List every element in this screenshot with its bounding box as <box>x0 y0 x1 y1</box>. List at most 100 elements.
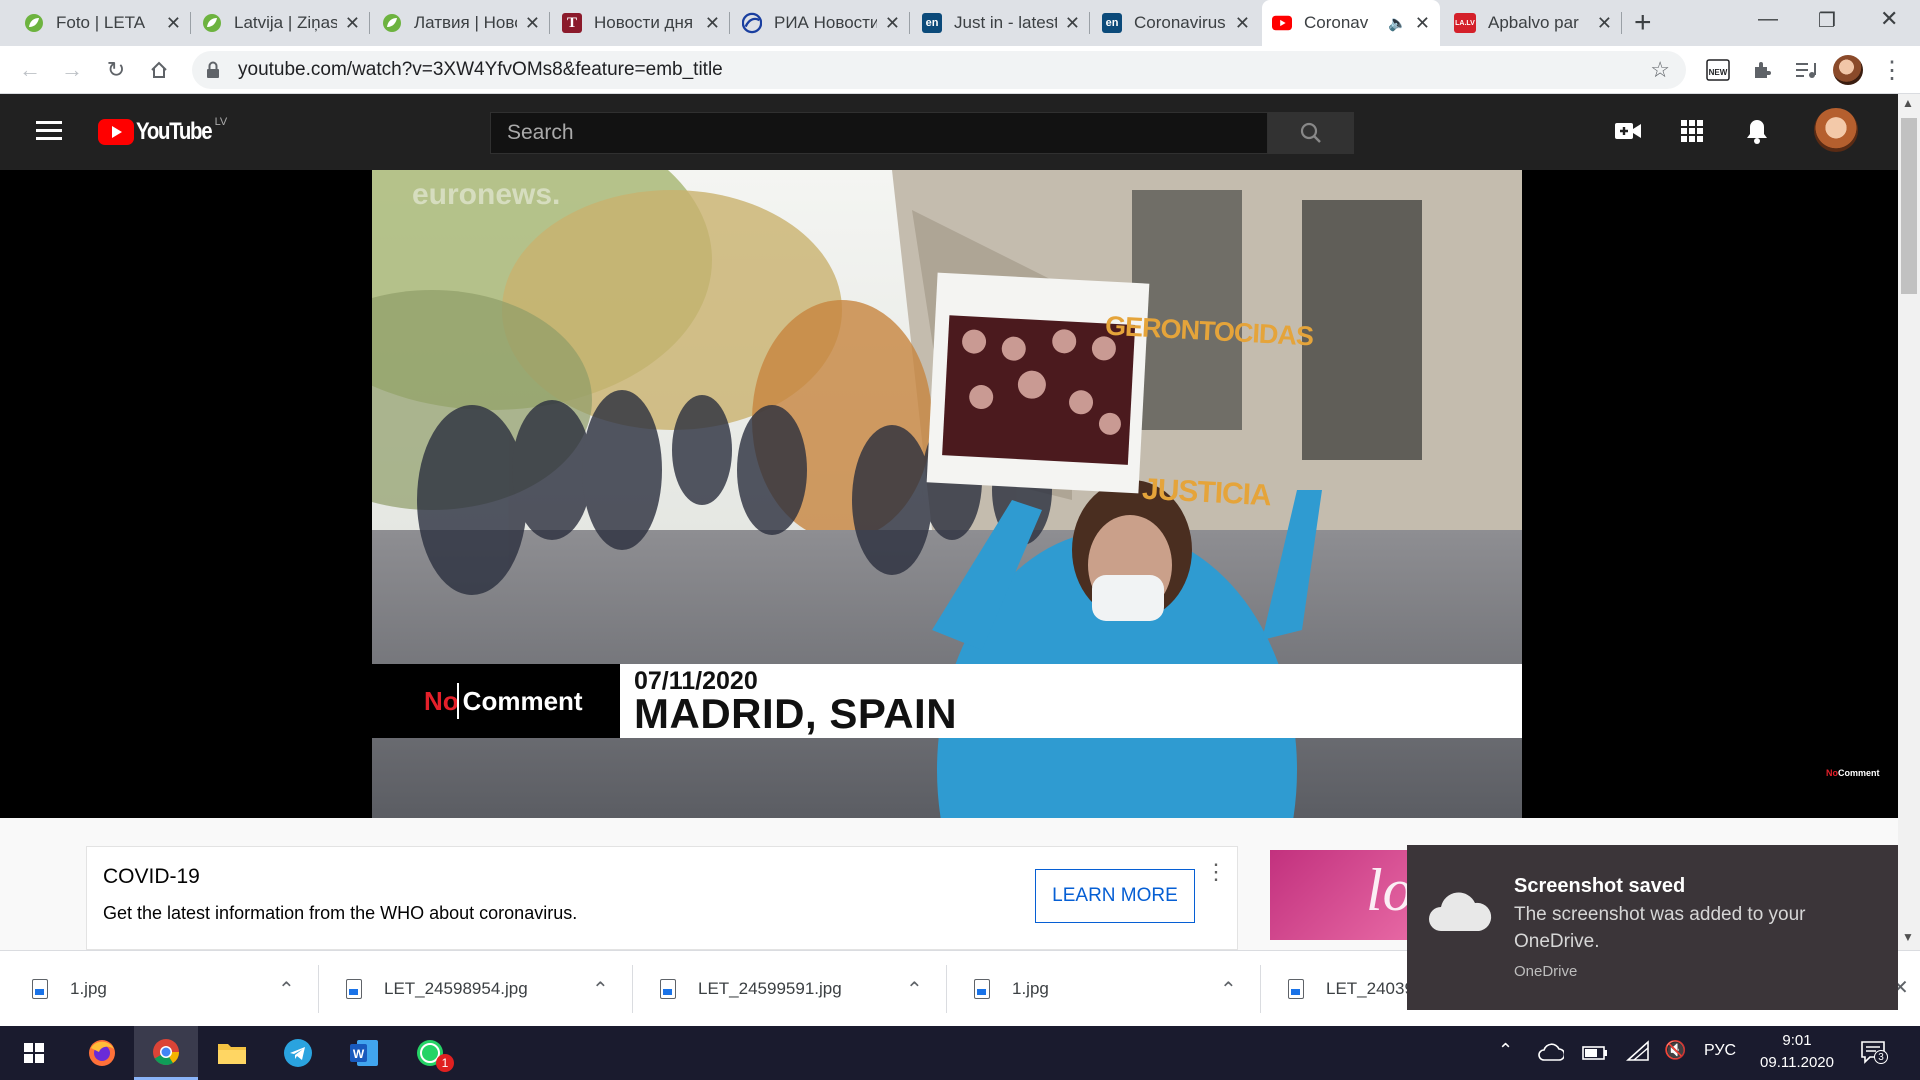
reload-button[interactable]: ↻ <box>96 46 136 94</box>
forward-button[interactable]: → <box>52 46 92 94</box>
youtube-icon <box>1272 13 1292 33</box>
video-frame[interactable]: euronews. GERONTOCIDAS JUSTICIA No Comme… <box>372 170 1522 818</box>
scrollbar-thumb[interactable] <box>1901 118 1917 294</box>
close-icon[interactable]: ✕ <box>166 13 181 34</box>
onedrive-tray-icon[interactable] <box>1538 1042 1566 1067</box>
download-item[interactable]: LET_24599591.jpg <box>660 951 842 1027</box>
tab-title: Just in - latest <box>954 13 1057 32</box>
image-file-icon <box>660 979 676 999</box>
volume-muted-icon[interactable]: 🔇 <box>1664 1040 1686 1061</box>
file-explorer-app[interactable] <box>200 1026 264 1080</box>
tray-chevron-up-icon[interactable]: ⌃ <box>1498 1040 1513 1061</box>
search-button[interactable] <box>1268 112 1354 154</box>
video-player[interactable]: euronews. GERONTOCIDAS JUSTICIA No Comme… <box>0 170 1898 818</box>
tab-coronavirus[interactable]: en Coronavirus: ✕ <box>1092 0 1260 46</box>
create-video-icon[interactable] <box>1614 120 1642 147</box>
tab-title: Новости дня <box>594 13 694 32</box>
new-extension-icon[interactable]: NEW <box>1698 46 1738 94</box>
en-logo-icon: en <box>1102 13 1122 33</box>
clock[interactable]: 9:01 09.11.2020 <box>1752 1030 1842 1074</box>
chevron-up-icon[interactable]: ⌃ <box>592 977 609 1002</box>
youtube-wordmark: YouTube <box>136 118 213 145</box>
sign-text-bottom: JUSTICIA <box>1141 472 1272 513</box>
download-item[interactable]: 1.jpg <box>974 951 1049 1027</box>
tab-apbalvo[interactable]: LA.LV Apbalvo par ✕ <box>1444 0 1622 46</box>
chevron-up-icon[interactable]: ⌃ <box>1220 977 1237 1002</box>
notification-count: 3 <box>1874 1050 1888 1064</box>
profile-avatar[interactable] <box>1828 46 1868 94</box>
tab-just-in[interactable]: en Just in - latest ✕ <box>912 0 1090 46</box>
tab-title: Латвия | Новости <box>414 13 517 32</box>
new-tab-button[interactable]: + <box>1634 6 1652 40</box>
word-app[interactable]: W <box>332 1026 396 1080</box>
windows-icon <box>24 1043 44 1063</box>
download-item[interactable]: 1.jpg <box>32 951 107 1027</box>
chrome-app[interactable] <box>134 1026 198 1080</box>
star-icon[interactable]: ☆ <box>1650 57 1670 83</box>
close-icon[interactable]: ✕ <box>1065 13 1080 34</box>
whatsapp-app[interactable]: 1 <box>398 1026 462 1080</box>
account-avatar[interactable] <box>1814 108 1858 152</box>
svg-text:W: W <box>353 1047 365 1061</box>
tab-title: Coronav <box>1304 13 1369 32</box>
back-button[interactable]: ← <box>10 46 50 94</box>
tab-ria-novosti[interactable]: РИА Новости ✕ <box>732 0 910 46</box>
firefox-app[interactable] <box>70 1026 134 1080</box>
corner-nocomment-logo: NoComment <box>1826 768 1880 778</box>
download-filename: 1.jpg <box>1012 979 1049 998</box>
close-icon[interactable]: ✕ <box>1415 13 1430 34</box>
chevron-up-icon[interactable]: ⌃ <box>278 977 295 1002</box>
telegram-app[interactable] <box>266 1026 330 1080</box>
close-icon[interactable]: ✕ <box>1235 13 1250 34</box>
tab-foto-leta[interactable]: Foto | LETA ✕ <box>14 0 191 46</box>
start-button[interactable] <box>2 1026 66 1080</box>
close-icon[interactable]: ✕ <box>1597 13 1612 34</box>
minimize-button[interactable]: — <box>1758 8 1778 31</box>
close-icon[interactable]: ✕ <box>885 13 900 34</box>
more-options-icon[interactable]: ⋮ <box>1205 859 1227 885</box>
scroll-up-icon[interactable]: ▲ <box>1902 96 1914 110</box>
euronews-watermark: euronews. <box>412 178 561 211</box>
download-item[interactable]: LET_24598954.jpg <box>346 951 528 1027</box>
action-center-icon[interactable]: 3 <box>1860 1040 1888 1069</box>
apps-grid-icon[interactable] <box>1681 120 1703 147</box>
video-location: MADRID, SPAIN <box>634 690 958 737</box>
clock-time: 9:01 <box>1782 1032 1812 1049</box>
close-icon[interactable]: ✕ <box>525 13 540 34</box>
tab-latviya-news[interactable]: Латвия | Новости ✕ <box>372 0 550 46</box>
learn-more-button[interactable]: LEARN MORE <box>1035 869 1195 923</box>
chevron-up-icon[interactable]: ⌃ <box>906 977 923 1002</box>
media-control-icon[interactable] <box>1786 46 1826 94</box>
battery-icon[interactable] <box>1582 1042 1608 1067</box>
ad-banner[interactable]: lo <box>1270 850 1420 940</box>
tab-latvija[interactable]: Latvija | Ziņas ✕ <box>192 0 370 46</box>
youtube-logo[interactable]: YouTube LV <box>98 116 227 146</box>
tab-youtube-active[interactable]: Coronav 🔈 ✕ <box>1262 0 1440 46</box>
image-file-icon <box>32 979 48 999</box>
folder-icon <box>218 1044 246 1064</box>
language-indicator[interactable]: РУС <box>1704 1042 1736 1060</box>
hamburger-icon[interactable] <box>36 120 62 145</box>
onedrive-notification[interactable]: Screenshot saved The screenshot was adde… <box>1407 845 1898 1010</box>
chrome-icon <box>153 1038 180 1065</box>
page-scrollbar[interactable]: ▲ ▼ <box>1898 94 1920 950</box>
la-lv-icon: LA.LV <box>1454 13 1476 33</box>
home-button[interactable] <box>139 46 179 94</box>
close-icon[interactable]: ✕ <box>705 13 720 34</box>
tab-novosti-dnya[interactable]: T Новости дня ✕ <box>552 0 730 46</box>
speaker-icon[interactable]: 🔈 <box>1388 14 1407 32</box>
bell-icon[interactable] <box>1746 118 1768 149</box>
close-icon[interactable]: ✕ <box>345 13 360 34</box>
tab-title: Foto | LETA <box>56 13 146 32</box>
address-bar[interactable]: youtube.com/watch?v=3XW4YfvOMs8&feature=… <box>192 51 1686 89</box>
menu-dots-icon[interactable]: ⋮ <box>1872 46 1912 94</box>
extensions-icon[interactable] <box>1742 46 1782 94</box>
download-item[interactable]: LET_24039 <box>1288 951 1414 1027</box>
search-input[interactable]: Search <box>490 112 1268 154</box>
scroll-down-icon[interactable]: ▼ <box>1902 930 1914 944</box>
lock-icon <box>206 61 220 85</box>
wifi-icon[interactable] <box>1625 1040 1650 1067</box>
restore-button[interactable]: ❐ <box>1818 8 1836 33</box>
close-window-button[interactable]: ✕ <box>1880 6 1898 32</box>
download-filename: LET_24039 <box>1326 979 1414 998</box>
